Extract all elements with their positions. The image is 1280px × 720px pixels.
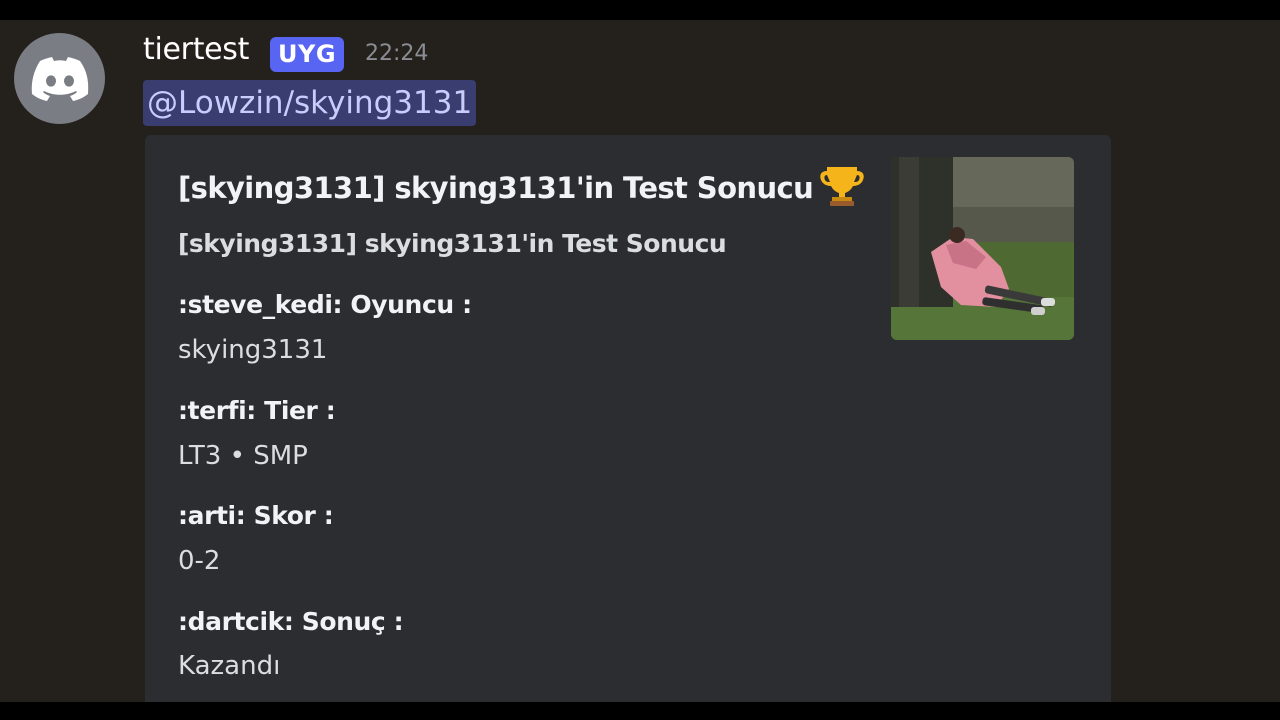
field-value-skor: 0-2: [178, 546, 221, 576]
field-value-sonuc: Kazandı: [178, 651, 281, 681]
trophy-icon: [819, 161, 865, 214]
field-value-tier: LT3 • SMP: [178, 441, 308, 471]
message-area: tiertest UYG 22:24 @Lowzin/skying3131 [s…: [0, 20, 1280, 702]
app-tag-badge: UYG: [270, 37, 345, 72]
field-name-skor: :arti: Skor :: [178, 501, 334, 530]
message-embed: [skying3131] skying3131'in Test Sonucu […: [145, 135, 1111, 702]
user-mention[interactable]: @Lowzin/skying3131: [143, 80, 477, 126]
author-name[interactable]: tiertest: [143, 32, 249, 67]
field-name-sonuc: :dartcik: Sonuç :: [178, 607, 404, 636]
screen-frame: tiertest UYG 22:24 @Lowzin/skying3131 [s…: [0, 0, 1280, 720]
embed-title-text: [skying3131] skying3131'in Test Sonucu: [178, 170, 814, 205]
embed-thumbnail[interactable]: [891, 157, 1074, 340]
bottom-bar: [0, 702, 1280, 720]
field-name-oyuncu: :steve_kedi: Oyuncu :: [178, 290, 472, 319]
field-name-tier: :terfi: Tier :: [178, 396, 336, 425]
message-timestamp[interactable]: 22:24: [365, 41, 428, 66]
discord-logo-icon: [31, 56, 88, 101]
field-value-oyuncu: skying3131: [178, 335, 328, 365]
embed-description: [skying3131] skying3131'in Test Sonucu: [178, 229, 727, 258]
author-avatar[interactable]: [14, 33, 105, 124]
embed-title: [skying3131] skying3131'in Test Sonucu: [178, 161, 865, 214]
thumbnail-photo: [891, 157, 1074, 340]
